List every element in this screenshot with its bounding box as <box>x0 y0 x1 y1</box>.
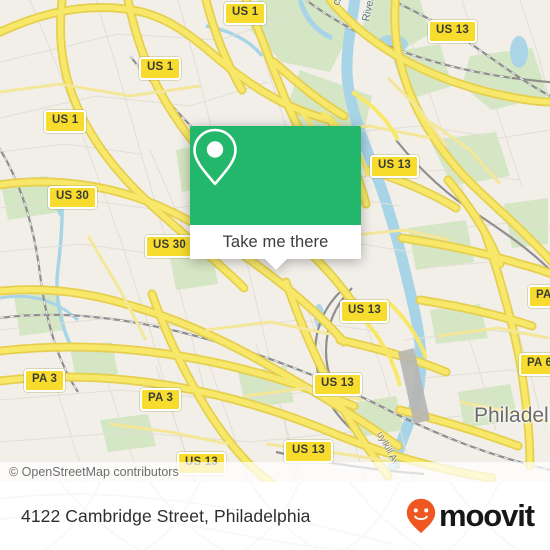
map-attribution[interactable]: © OpenStreetMap contributors <box>0 462 550 482</box>
popup-cta-area[interactable]: Take me there <box>190 225 361 270</box>
city-label-philadelphia: Philadelp <box>474 404 550 427</box>
road-shield: US 13 <box>284 440 333 463</box>
destination-popup-card[interactable]: Take me there <box>190 126 361 270</box>
road-shield: US 1 <box>139 57 182 80</box>
moovit-logo[interactable]: moovit <box>406 498 535 534</box>
road-shield: US 1 <box>44 110 87 133</box>
road-shield: US 13 <box>370 155 419 178</box>
road-shield: PA 3 <box>140 388 182 411</box>
address-label: 4122 Cambridge Street, Philadelphia <box>21 505 311 526</box>
map-canvas[interactable]: US 1 US 13 US 1 US 1 US 13 US 30 US 30 U… <box>0 0 550 482</box>
moovit-wordmark: moovit <box>438 498 535 533</box>
popup-tail <box>264 259 287 270</box>
road-shield: US 13 <box>428 20 477 43</box>
moovit-pin-smiley-icon <box>406 498 436 534</box>
road-shield: US 30 <box>145 235 194 258</box>
popup-icon-area <box>190 126 361 225</box>
footer-bar: 4122 Cambridge Street, Philadelphia moov… <box>0 482 550 550</box>
road-shield: US 13 <box>313 373 362 396</box>
road-shield: PA 61 <box>519 353 550 376</box>
map-pin-icon <box>193 128 237 186</box>
road-shield: PA <box>528 285 550 308</box>
moovit-map-screenshot: US 1 US 13 US 1 US 1 US 13 US 30 US 30 U… <box>0 0 550 550</box>
road-shield: US 30 <box>48 186 97 209</box>
road-shield: US 1 <box>224 2 267 25</box>
take-me-there-label: Take me there <box>222 232 329 251</box>
road-shield: PA 3 <box>24 369 66 392</box>
road-shield: US 13 <box>340 300 389 323</box>
